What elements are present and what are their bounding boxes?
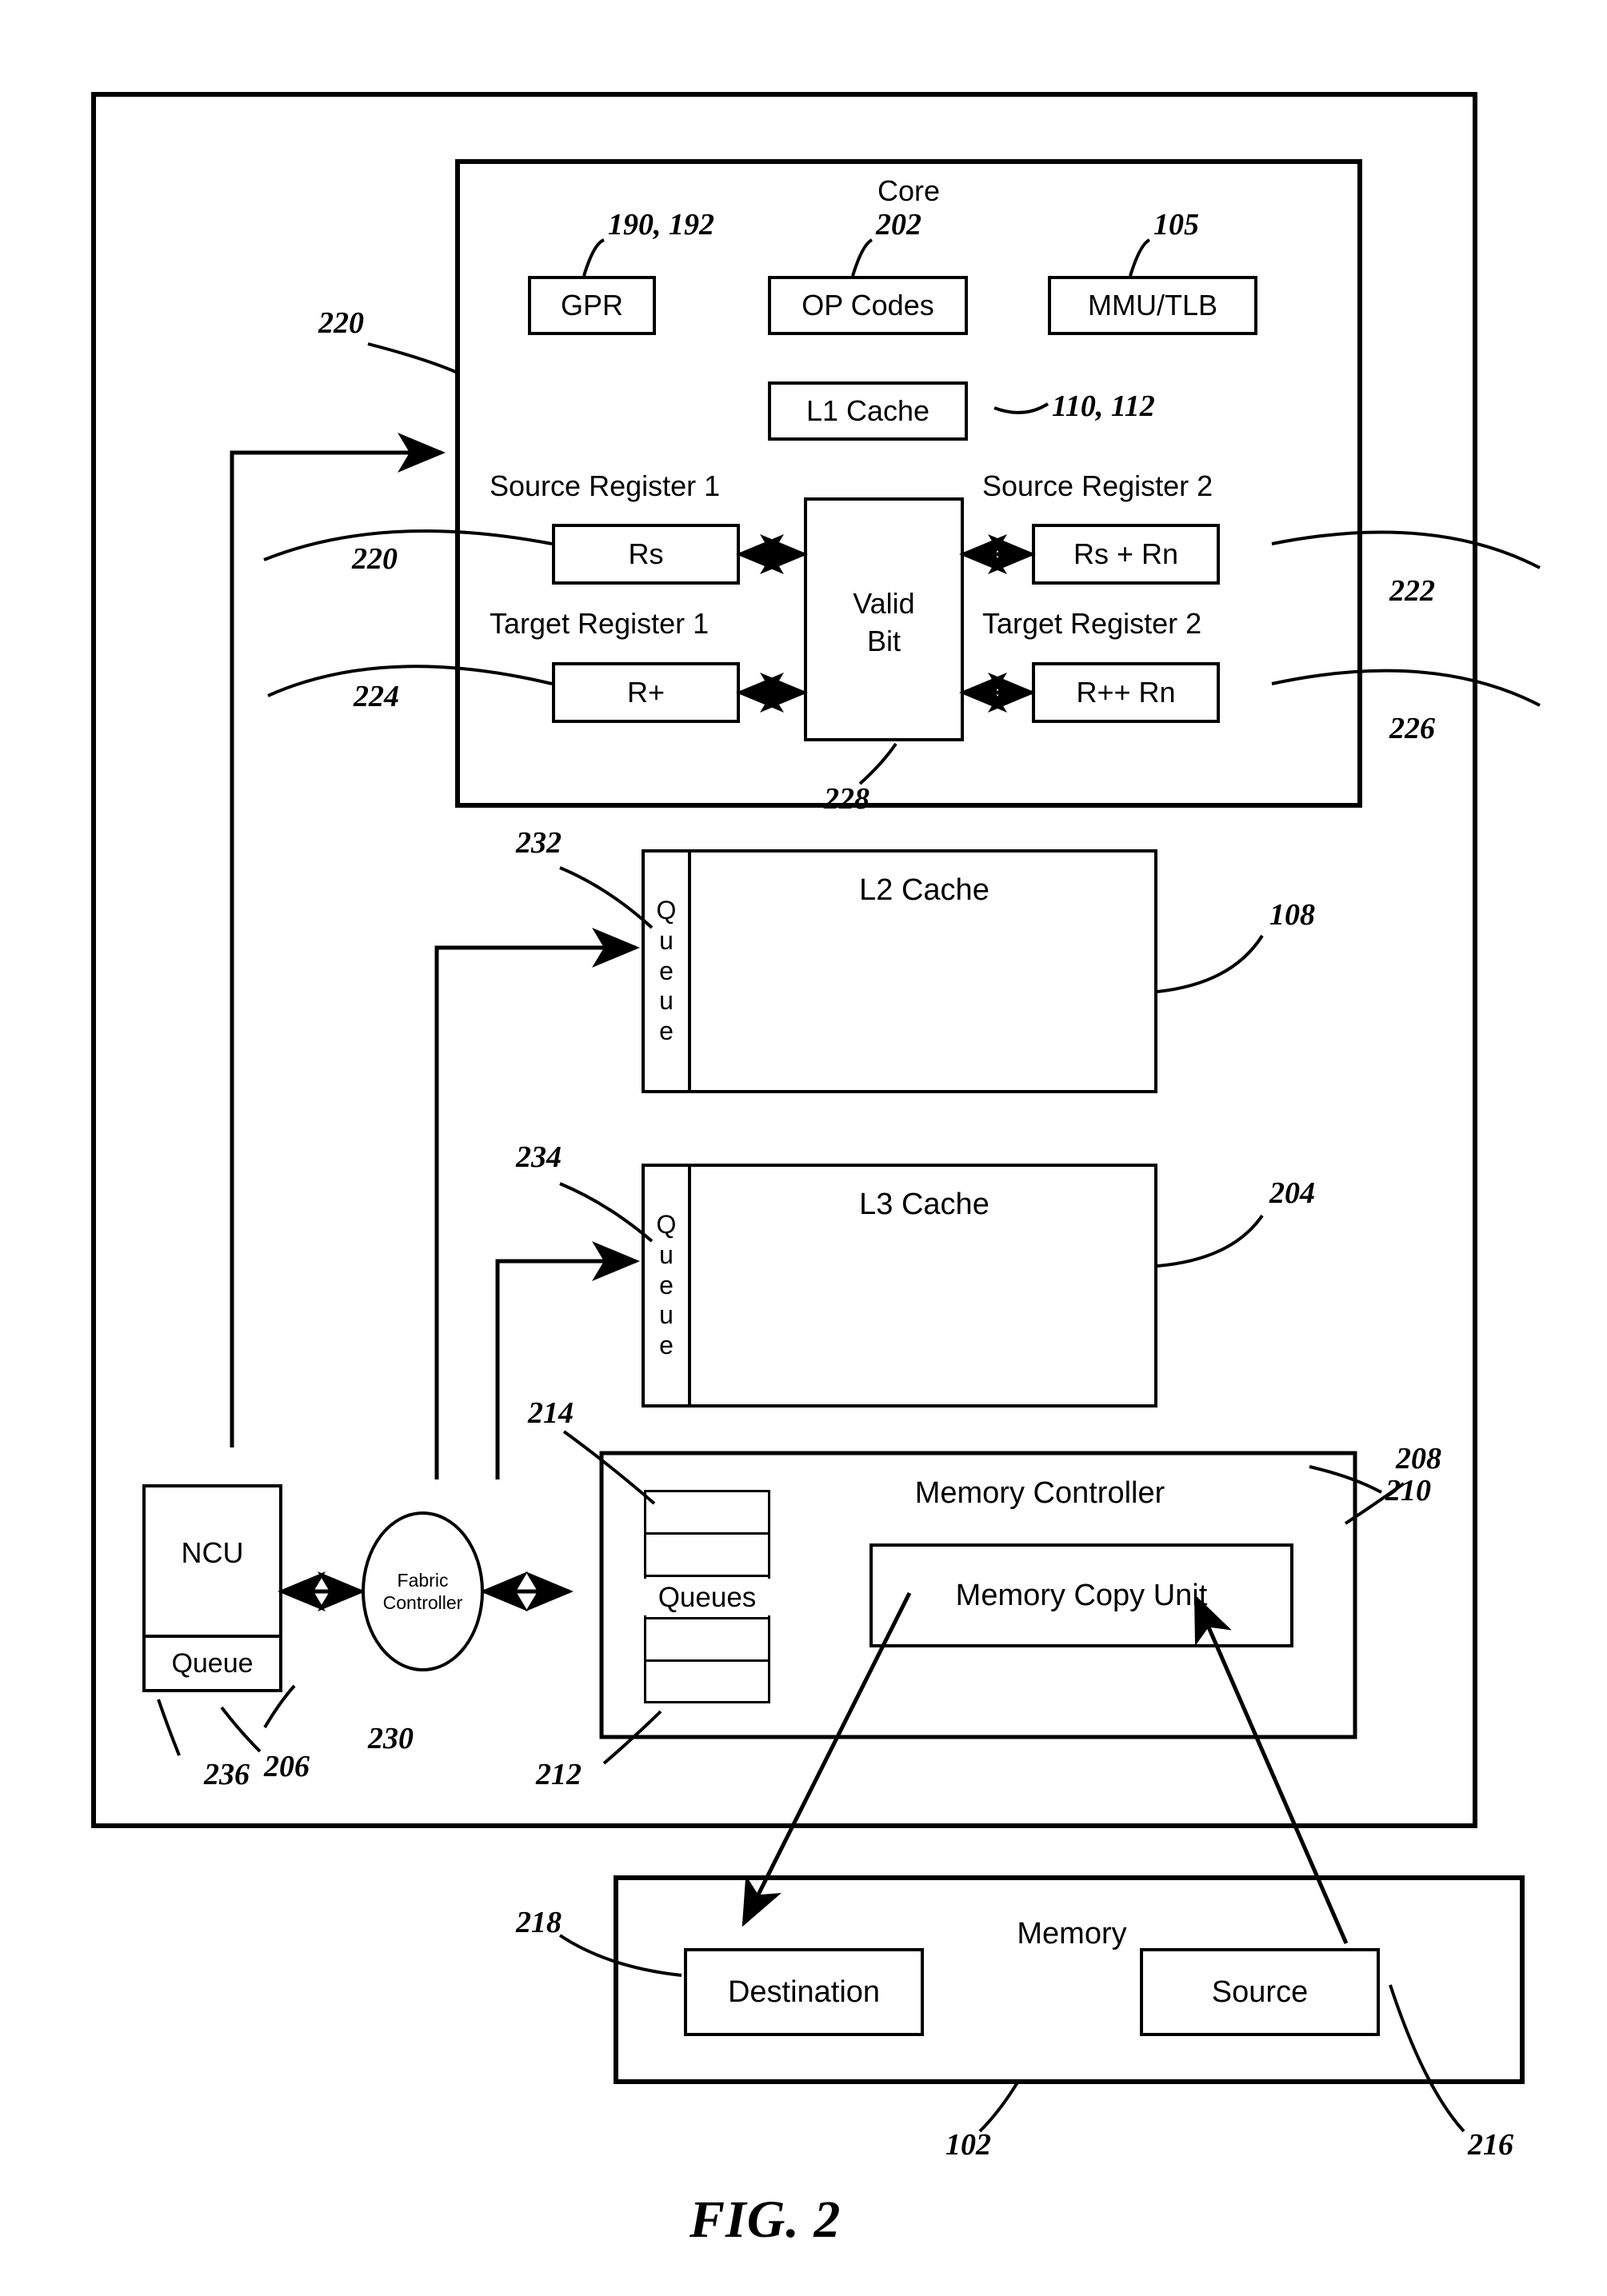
ref-234: 234 xyxy=(516,1140,562,1174)
ref-230: 230 xyxy=(368,1722,414,1755)
target-register-2-title: Target Register 2 xyxy=(982,607,1202,640)
ref-222: 222 xyxy=(1389,574,1435,608)
l3-queue-char-4: e xyxy=(659,1331,674,1360)
core-title: Core xyxy=(877,174,941,207)
l3-queue-char-3: u xyxy=(659,1300,674,1330)
ref-220-source-reg-1: 220 xyxy=(352,542,398,576)
ref-204: 204 xyxy=(1269,1176,1315,1210)
ref-224: 224 xyxy=(354,680,399,713)
ref-210: 210 xyxy=(1385,1474,1431,1507)
valid-bit-label-line1: Valid xyxy=(853,587,915,620)
l3-queue-char-1: u xyxy=(659,1240,674,1269)
ref-102: 102 xyxy=(945,2128,991,2162)
valid-bit-label-line2: Bit xyxy=(866,625,901,657)
source-register-1-value: Rs xyxy=(628,537,664,570)
l2-cache-label: L2 Cache xyxy=(859,873,989,907)
ref-208: 208 xyxy=(1396,1442,1441,1475)
ref-220-inbound: 220 xyxy=(318,306,364,340)
source-register-1-title: Source Register 1 xyxy=(490,469,721,502)
memory-label: Memory xyxy=(1017,1917,1127,1951)
ncu-label: NCU xyxy=(181,1536,244,1569)
source-register-2-value: Rs + Rn xyxy=(1073,537,1179,570)
ref-226: 226 xyxy=(1389,712,1435,745)
l3-queue-label: Q u e u e xyxy=(642,1164,691,1408)
ref-228: 228 xyxy=(824,782,869,816)
target-register-1-value: R+ xyxy=(626,676,666,709)
source-label: Source xyxy=(1211,1975,1309,2009)
ref-105: 105 xyxy=(1153,208,1199,242)
ncu-queue-label: Queue xyxy=(171,1648,254,1679)
ref-216: 216 xyxy=(1468,2128,1513,2162)
l2-queue-char-4: e xyxy=(659,1016,674,1046)
queue-divider-1 xyxy=(644,1532,770,1535)
ref-202: 202 xyxy=(876,208,921,242)
ref-218: 218 xyxy=(516,1906,562,1939)
queue-divider-4 xyxy=(644,1659,770,1662)
source-register-2-title: Source Register 2 xyxy=(982,469,1213,502)
ref-108: 108 xyxy=(1269,898,1315,932)
l2-queue-label: Q u e u e xyxy=(642,849,691,1093)
destination-label: Destination xyxy=(727,1975,881,2009)
gpr-label: GPR xyxy=(560,289,623,321)
l3-queue-char-0: Q xyxy=(656,1210,677,1240)
l1-cache-label: L1 Cache xyxy=(805,394,930,427)
queue-divider-3 xyxy=(644,1617,770,1619)
l3-queue-char-2: e xyxy=(659,1270,674,1300)
l2-queue-char-2: e xyxy=(659,956,674,985)
ncu-divider xyxy=(142,1635,282,1638)
l2-queue-char-1: u xyxy=(659,925,674,955)
target-register-2-value: R++ Rn xyxy=(1076,676,1176,709)
fabric-controller-line1: Fabric xyxy=(397,1569,449,1591)
ref-214: 214 xyxy=(528,1396,574,1430)
l2-queue-char-3: u xyxy=(659,986,674,1016)
queue-divider-2 xyxy=(644,1575,770,1577)
l3-cache-label: L3 Cache xyxy=(859,1188,989,1221)
queues-label: Queues xyxy=(644,1579,770,1615)
ref-190-192: 190, 192 xyxy=(608,208,714,242)
ref-110-112: 110, 112 xyxy=(1052,389,1155,423)
memory-controller-label: Memory Controller xyxy=(914,1476,1165,1510)
ref-206: 206 xyxy=(264,1750,310,1783)
patent-figure: Core GPR 190, 192 OP Codes 202 MMU/TLB 1… xyxy=(0,0,1607,2296)
target-register-1-title: Target Register 1 xyxy=(490,607,710,640)
ref-212: 212 xyxy=(536,1758,582,1791)
figure-caption: FIG. 2 xyxy=(690,2190,841,2249)
l2-queue-char-0: Q xyxy=(656,896,677,925)
memory-copy-unit-label: Memory Copy Unit xyxy=(955,1579,1208,1612)
ref-236: 236 xyxy=(204,1758,250,1791)
fabric-controller-node: Fabric Controller xyxy=(362,1511,484,1671)
op-codes-label: OP Codes xyxy=(802,289,934,321)
mmu-tlb-label: MMU/TLB xyxy=(1088,289,1217,321)
ref-232: 232 xyxy=(516,826,562,860)
fabric-controller-line2: Controller xyxy=(382,1592,463,1613)
